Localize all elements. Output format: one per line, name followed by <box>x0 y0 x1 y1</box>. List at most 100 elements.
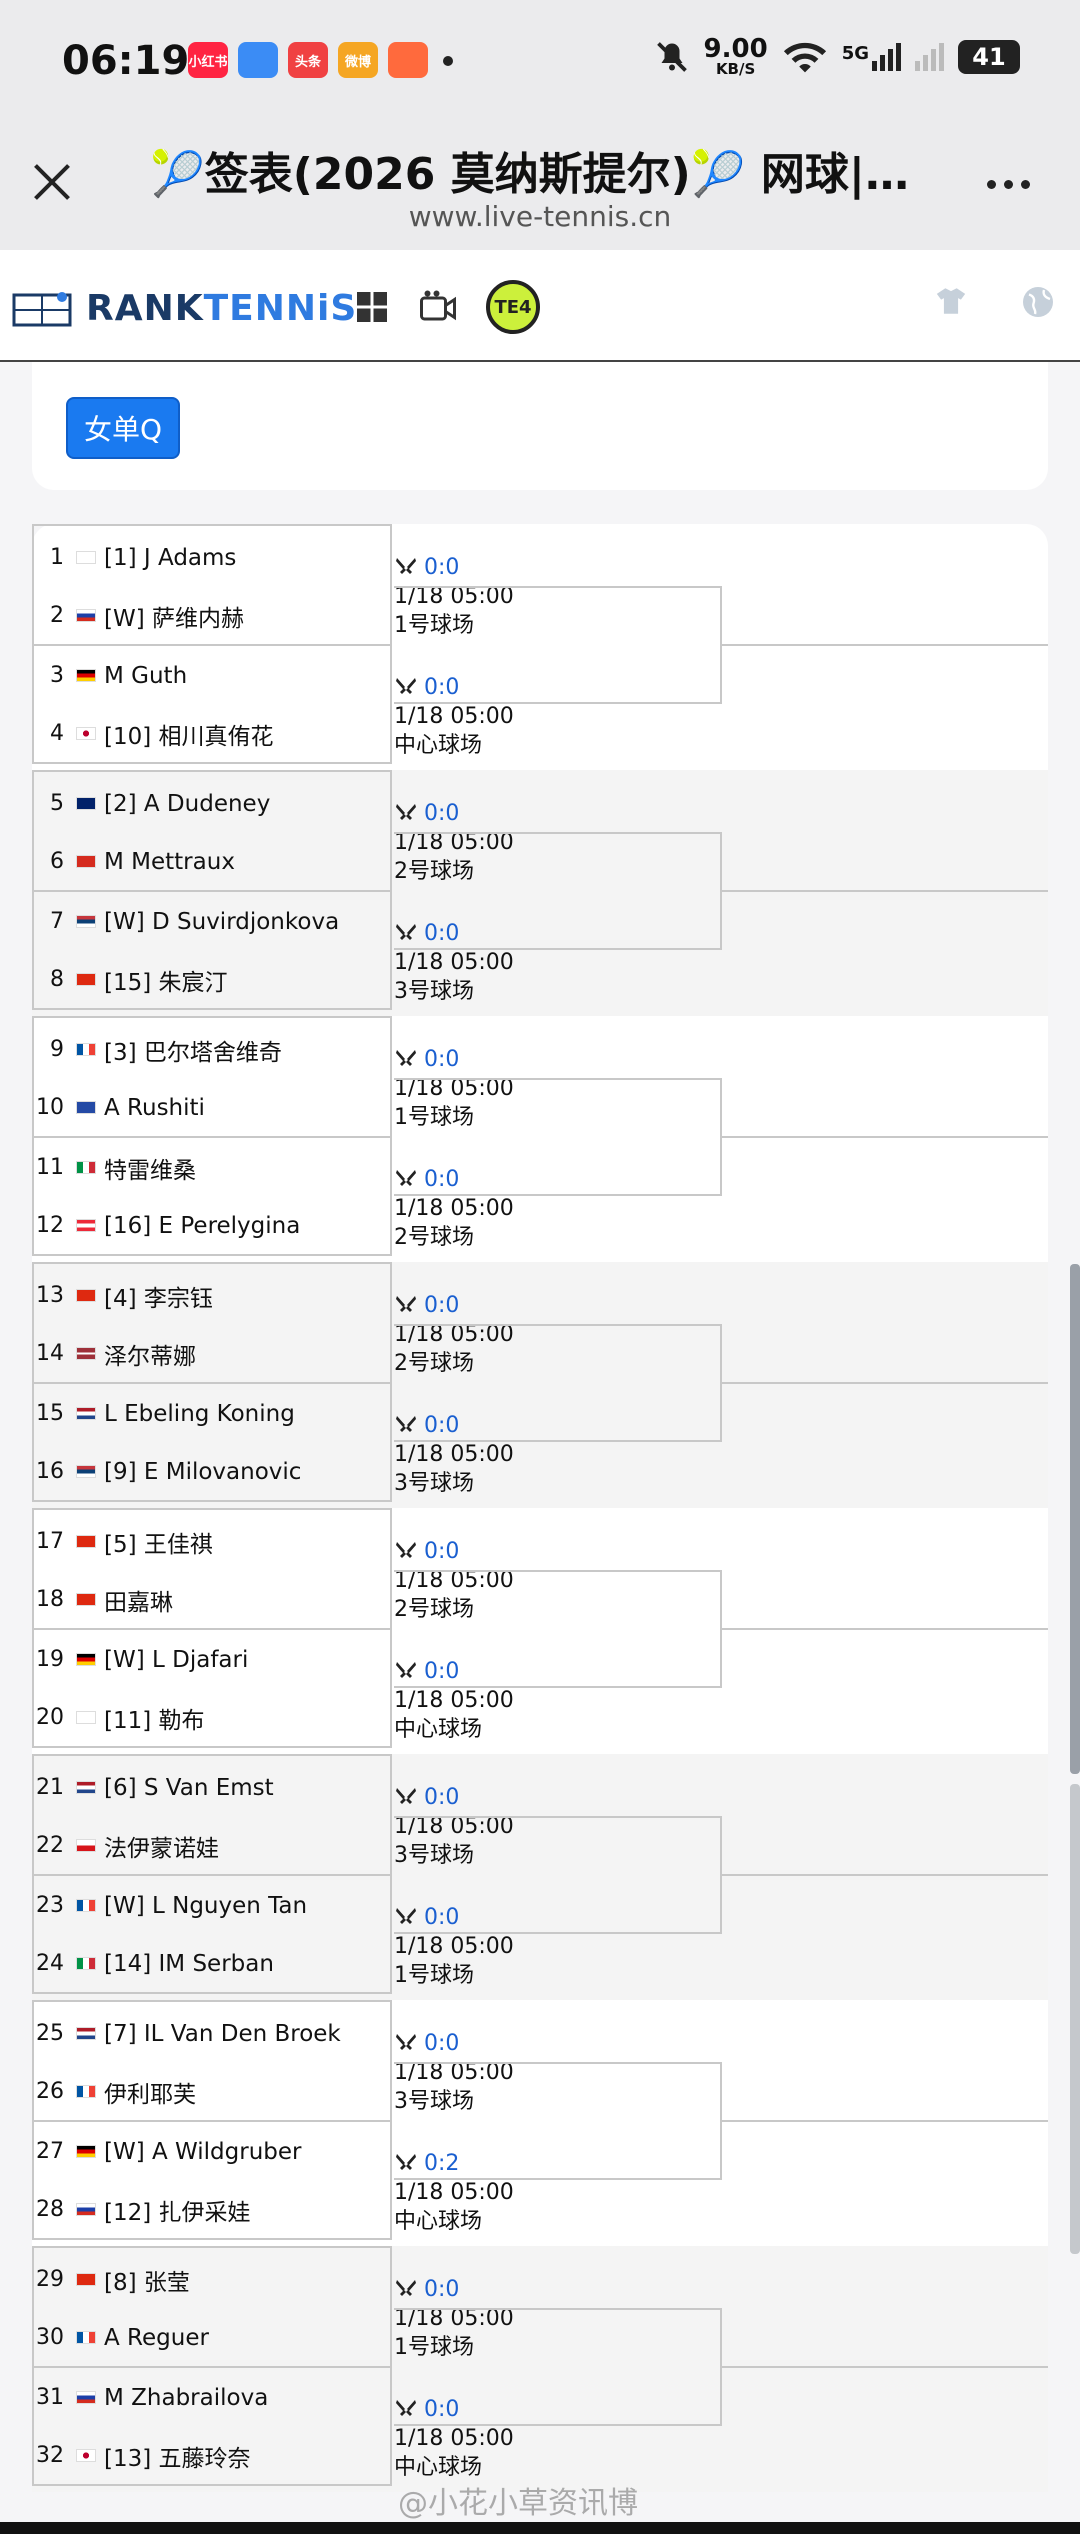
match-score[interactable]: 0:0 <box>424 553 459 582</box>
player-name[interactable]: [2] A Dudeney <box>104 791 270 817</box>
match-score[interactable]: 0:0 <box>424 1045 459 1074</box>
player-row[interactable]: 8 [15] 朱宸汀 <box>34 950 392 1009</box>
page-title: 🎾签表(2026 莫纳斯提尔)🎾 网球|AT... <box>150 149 910 200</box>
bracket-connector <box>394 832 722 950</box>
match-time: 1/18 05:00 <box>394 1196 514 1221</box>
player-row[interactable]: 27 [W] A Wildgruber <box>34 2122 392 2181</box>
match-score[interactable]: 0:0 <box>424 1291 459 1320</box>
player-name[interactable]: [W] A Wildgruber <box>104 2139 302 2165</box>
globe-icon[interactable] <box>1020 284 1056 320</box>
player-row[interactable]: 19 [W] L Djafari <box>34 1630 392 1689</box>
player-name[interactable]: [W] 萨维内赫 <box>104 599 244 633</box>
player-name[interactable]: [4] 李宗钰 <box>104 1279 213 1313</box>
player-name[interactable]: 泽尔蒂娜 <box>104 1337 196 1371</box>
player-name[interactable]: [W] L Djafari <box>104 1647 248 1673</box>
player-row[interactable]: 26 伊利耶芙 <box>34 2062 392 2121</box>
player-name[interactable]: 特雷维桑 <box>104 1151 196 1185</box>
player-name[interactable]: M Guth <box>104 663 187 689</box>
player-name[interactable]: [12] 扎伊采娃 <box>104 2193 251 2227</box>
match-time: 1/18 05:00 <box>394 1934 514 1959</box>
player-row[interactable]: 17 [5] 王佳祺 <box>34 1512 392 1571</box>
player-row[interactable]: 1 [1] J Adams <box>34 528 392 587</box>
player-row[interactable]: 9 [3] 巴尔塔舍维奇 <box>34 1020 392 1079</box>
player-row[interactable]: 6 M Mettraux <box>34 832 392 891</box>
player-name[interactable]: [1] J Adams <box>104 545 236 571</box>
more-menu-button[interactable] <box>987 180 1030 189</box>
player-row[interactable]: 22 法伊蒙诺娃 <box>34 1816 392 1875</box>
player-row[interactable]: 3 M Guth <box>34 646 392 705</box>
player-row[interactable]: 15 L Ebeling Koning <box>34 1384 392 1443</box>
player-row[interactable]: 24 [14] IM Serban <box>34 1934 392 1993</box>
close-icon[interactable] <box>30 160 74 204</box>
match-score[interactable]: 0:0 <box>424 799 459 828</box>
player-name[interactable]: 法伊蒙诺娃 <box>104 1829 219 1863</box>
video-icon[interactable] <box>418 289 458 325</box>
player-row[interactable]: 11 特雷维桑 <box>34 1138 392 1197</box>
player-name[interactable]: A Reguer <box>104 2325 209 2351</box>
player-name[interactable]: L Ebeling Koning <box>104 1401 295 1427</box>
player-row[interactable]: 10 A Rushiti <box>34 1078 392 1137</box>
flag-icon <box>76 1289 96 1302</box>
player-list: 29 [8] 张莹 30 A Reguer 31 M Zhabrailova 32 [13] … <box>32 2246 392 2486</box>
match-score[interactable]: 0:0 <box>424 1783 459 1812</box>
player-name[interactable]: [3] 巴尔塔舍维奇 <box>104 1033 282 1067</box>
crossed-rackets-icon <box>396 558 416 574</box>
draw-position: 30 <box>36 2325 64 2350</box>
player-row[interactable]: 7 [W] D Suvirdjonkova <box>34 892 392 951</box>
te4-badge[interactable]: TE4 <box>486 280 540 334</box>
player-row[interactable]: 25 [7] IL Van Den Broek <box>34 2004 392 2063</box>
shirt-icon[interactable] <box>934 284 968 318</box>
player-name[interactable]: 伊利耶芙 <box>104 2075 196 2109</box>
match-score[interactable]: 0:0 <box>424 2275 459 2304</box>
flag-icon <box>76 1839 96 1852</box>
player-name[interactable]: [13] 五藤玲奈 <box>104 2439 251 2473</box>
player-row[interactable]: 14 泽尔蒂娜 <box>34 1324 392 1383</box>
match-score[interactable]: 0:0 <box>424 2029 459 2058</box>
player-name[interactable]: 田嘉琳 <box>104 1583 173 1617</box>
player-name[interactable]: [15] 朱宸汀 <box>104 963 228 997</box>
player-name[interactable]: [10] 相川真侑花 <box>104 717 274 751</box>
player-name[interactable]: [8] 张莹 <box>104 2263 190 2297</box>
scrollbar[interactable] <box>1070 1264 1080 1774</box>
player-name[interactable]: [14] IM Serban <box>104 1951 274 1977</box>
player-row[interactable]: 16 [9] E Milovanovic <box>34 1442 392 1501</box>
player-name[interactable]: [16] E Perelygina <box>104 1213 300 1239</box>
player-list: 9 [3] 巴尔塔舍维奇 10 A Rushiti 11 特雷维桑 12 [16] E Per… <box>32 1016 392 1256</box>
player-name[interactable]: [9] E Milovanovic <box>104 1459 301 1485</box>
player-row[interactable]: 23 [W] L Nguyen Tan <box>34 1876 392 1935</box>
player-row[interactable]: 21 [6] S Van Emst <box>34 1758 392 1817</box>
player-row[interactable]: 30 A Reguer <box>34 2308 392 2367</box>
player-name[interactable]: [7] IL Van Den Broek <box>104 2021 341 2047</box>
player-row[interactable]: 32 [13] 五藤玲奈 <box>34 2426 392 2485</box>
player-row[interactable]: 12 [16] E Perelygina <box>34 1196 392 1255</box>
player-name[interactable]: M Zhabrailova <box>104 2385 268 2411</box>
player-row[interactable]: 28 [12] 扎伊采娃 <box>34 2180 392 2239</box>
player-name[interactable]: [11] 勒布 <box>104 1701 205 1735</box>
player-name[interactable]: [6] S Van Emst <box>104 1775 274 1801</box>
player-name[interactable]: M Mettraux <box>104 849 235 875</box>
ranktennis-logo[interactable]: RANKTENNiS <box>12 288 357 329</box>
player-row[interactable]: 29 [8] 张莹 <box>34 2250 392 2309</box>
match-time: 1/18 05:00 <box>394 1688 514 1713</box>
player-row[interactable]: 5 [2] A Dudeney <box>34 774 392 833</box>
player-row[interactable]: 4 [10] 相川真侑花 <box>34 704 392 763</box>
draw-position: 14 <box>36 1341 64 1366</box>
player-row[interactable]: 31 M Zhabrailova <box>34 2368 392 2427</box>
bracket-connector <box>394 1570 722 1688</box>
flag-icon <box>76 609 96 622</box>
signal-5g-icon: 5G <box>842 42 901 71</box>
player-row[interactable]: 18 田嘉琳 <box>34 1570 392 1629</box>
player-name[interactable]: [W] D Suvirdjonkova <box>104 909 339 935</box>
player-name[interactable]: [W] L Nguyen Tan <box>104 1893 307 1919</box>
draw-position: 1 <box>50 545 64 570</box>
match-score[interactable]: 0:0 <box>424 1537 459 1566</box>
player-name[interactable]: [5] 王佳祺 <box>104 1525 213 1559</box>
player-name[interactable]: A Rushiti <box>104 1095 205 1121</box>
player-row[interactable]: 2 [W] 萨维内赫 <box>34 586 392 645</box>
flag-icon <box>76 1535 96 1548</box>
player-row[interactable]: 20 [11] 勒布 <box>34 1688 392 1747</box>
player-row[interactable]: 13 [4] 李宗钰 <box>34 1266 392 1325</box>
grid-menu-icon[interactable] <box>354 289 390 325</box>
draw-position: 21 <box>36 1775 64 1800</box>
tab-womens-singles-qualifying[interactable]: 女单Q <box>66 397 180 459</box>
